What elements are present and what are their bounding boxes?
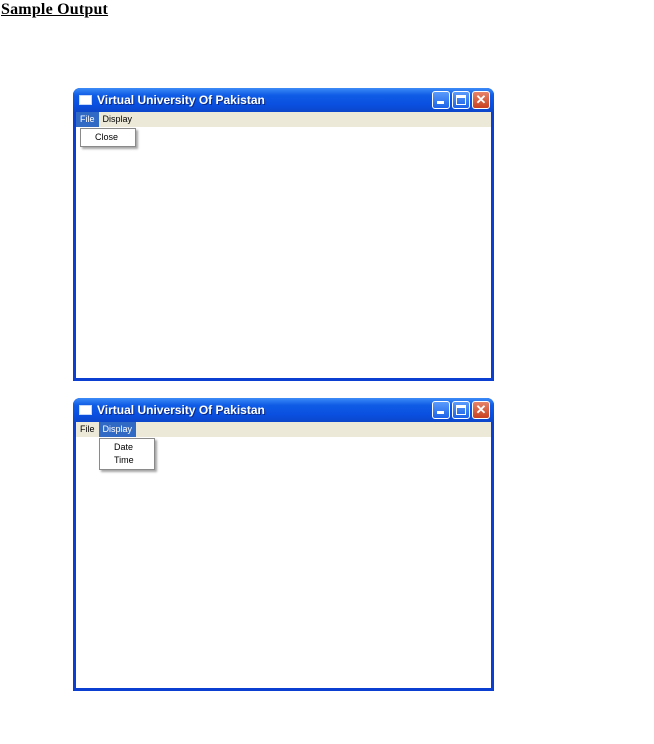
menu-display[interactable]: Display bbox=[98, 422, 137, 437]
close-icon: ✕ bbox=[475, 402, 487, 417]
close-button[interactable]: ✕ bbox=[472, 401, 490, 419]
menu-item-close[interactable]: Close bbox=[81, 131, 135, 144]
menu-item-date[interactable]: Date bbox=[100, 441, 154, 454]
display-dropdown: Date Time bbox=[99, 438, 155, 470]
minimize-icon bbox=[437, 101, 444, 104]
client-area: File Display Date Time bbox=[76, 422, 491, 688]
menu-item-time[interactable]: Time bbox=[100, 454, 154, 467]
maximize-icon bbox=[456, 405, 466, 415]
window-title: Virtual University Of Pakistan bbox=[97, 93, 265, 107]
minimize-button[interactable] bbox=[432, 91, 450, 109]
menu-file[interactable]: File bbox=[76, 112, 99, 127]
close-button[interactable]: ✕ bbox=[472, 91, 490, 109]
maximize-button[interactable] bbox=[452, 91, 470, 109]
title-bar[interactable]: Virtual University Of Pakistan ✕ bbox=[73, 398, 494, 422]
client-area: File Display Close bbox=[76, 112, 491, 378]
maximize-icon bbox=[456, 95, 466, 105]
menu-file[interactable]: File bbox=[76, 422, 99, 437]
window-icon bbox=[79, 95, 92, 105]
close-icon: ✕ bbox=[475, 92, 487, 107]
app-window-file-menu: Virtual University Of Pakistan ✕ File Di… bbox=[73, 88, 494, 381]
minimize-icon bbox=[437, 411, 444, 414]
page-heading: Sample Output bbox=[1, 1, 109, 18]
menu-bar: File Display bbox=[76, 422, 491, 437]
maximize-button[interactable] bbox=[452, 401, 470, 419]
window-title: Virtual University Of Pakistan bbox=[97, 403, 265, 417]
menu-bar: File Display bbox=[76, 112, 491, 127]
app-window-display-menu: Virtual University Of Pakistan ✕ File Di… bbox=[73, 398, 494, 691]
file-dropdown: Close bbox=[80, 128, 136, 147]
menu-display[interactable]: Display bbox=[99, 112, 137, 127]
title-bar[interactable]: Virtual University Of Pakistan ✕ bbox=[73, 88, 494, 112]
window-icon bbox=[79, 405, 92, 415]
minimize-button[interactable] bbox=[432, 401, 450, 419]
